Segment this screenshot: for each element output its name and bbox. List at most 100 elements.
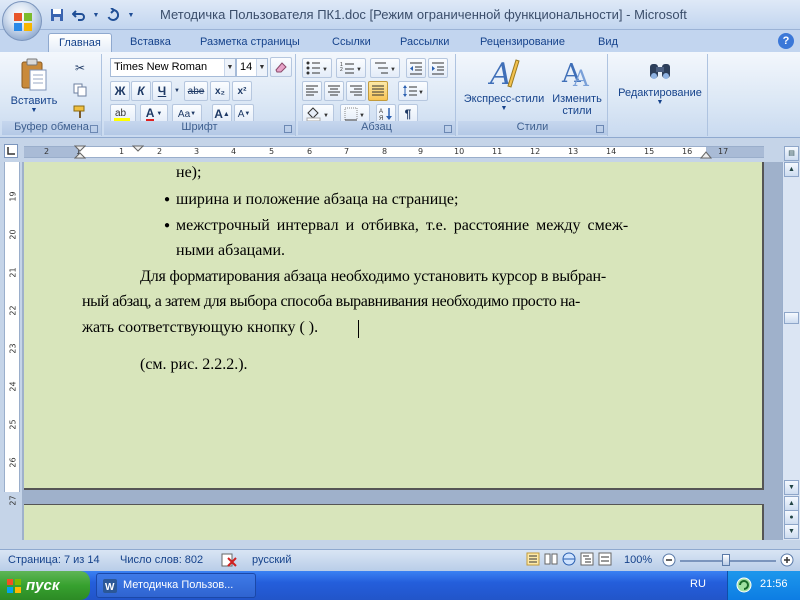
save-icon[interactable]: [48, 6, 66, 24]
word-icon: W: [103, 579, 117, 593]
underline-button[interactable]: Ч: [152, 81, 172, 101]
document-area[interactable]: не); ● ширина и положение абзаца на стра…: [22, 162, 782, 540]
next-page[interactable]: [24, 504, 764, 540]
print-layout-view-icon[interactable]: [526, 552, 540, 569]
office-button[interactable]: [2, 1, 42, 41]
align-left-button[interactable]: [302, 81, 322, 101]
previous-page-icon[interactable]: ▲: [784, 496, 799, 511]
page-count[interactable]: Страница: 7 из 14: [8, 554, 100, 566]
text-line: ными абзацами.: [176, 242, 286, 259]
document-page[interactable]: не); ● ширина и положение абзаца на стра…: [24, 162, 764, 490]
vertical-scrollbar[interactable]: ▲ ▼ ▲ ● ▼: [782, 162, 800, 540]
cut-icon[interactable]: ✂: [70, 58, 90, 78]
bold-button[interactable]: Ж: [110, 81, 130, 101]
outline-view-icon[interactable]: [580, 552, 594, 569]
font-size-combo[interactable]: 14 ▼: [236, 58, 268, 77]
zoom-in-icon[interactable]: [780, 553, 794, 570]
subscript-button[interactable]: x₂: [210, 81, 230, 101]
align-center-button[interactable]: [324, 81, 344, 101]
full-screen-reading-icon[interactable]: [544, 552, 558, 569]
vertical-ruler[interactable]: 19 20 21 22 23 24 25 26 27: [4, 162, 20, 506]
next-page-icon[interactable]: ▼: [784, 524, 799, 539]
taskbar-word-window[interactable]: W Методичка Пользов...: [96, 573, 256, 598]
ruler-label: 13: [568, 147, 579, 156]
clear-format-button[interactable]: [270, 57, 292, 77]
font-launcher-icon[interactable]: [284, 125, 292, 133]
change-case-label: Aa: [177, 108, 191, 120]
editing-group: Редактирование ▼: [612, 54, 708, 136]
start-button[interactable]: пуск: [0, 571, 90, 600]
superscript-button[interactable]: x²: [232, 81, 252, 101]
bullet-icon: ●: [164, 220, 171, 231]
ruler-label: 2: [157, 147, 163, 156]
font-name-dropdown-icon[interactable]: ▼: [224, 59, 235, 76]
underline-dropdown-icon[interactable]: ▼: [173, 81, 181, 101]
multilevel-list-button[interactable]: ▼: [370, 58, 400, 78]
bullets-button[interactable]: ▼: [302, 58, 332, 78]
paragraph-launcher-icon[interactable]: [444, 125, 452, 133]
clipboard-launcher-icon[interactable]: [90, 125, 98, 133]
tab-mailings[interactable]: Рассылки: [390, 33, 459, 52]
hanging-indent-marker-icon[interactable]: [132, 145, 144, 153]
paste-dropdown-icon[interactable]: ▼: [8, 107, 60, 114]
scroll-down-icon[interactable]: ▼: [784, 480, 799, 495]
justify-icon: [372, 85, 384, 96]
system-tray: 21:56: [727, 571, 800, 600]
draft-view-icon[interactable]: [598, 552, 612, 569]
zoom-out-icon[interactable]: [662, 553, 676, 570]
styles-launcher-icon[interactable]: [596, 125, 604, 133]
strikethrough-button[interactable]: abe: [184, 81, 208, 101]
language-status[interactable]: русский: [252, 554, 291, 566]
tab-insert[interactable]: Вставка: [120, 33, 181, 52]
browse-object-icon[interactable]: ●: [784, 510, 799, 525]
italic-button[interactable]: К: [131, 81, 151, 101]
numbering-button[interactable]: 1 2 ▼: [336, 58, 366, 78]
increase-indent-button[interactable]: [428, 58, 448, 78]
view-ruler-icon[interactable]: ▤: [784, 146, 799, 161]
justify-button[interactable]: [368, 81, 388, 101]
tray-app-icon[interactable]: [736, 577, 752, 593]
copy-icon[interactable]: [70, 80, 90, 100]
tab-page-layout[interactable]: Разметка страницы: [190, 33, 310, 52]
tab-review[interactable]: Рецензирование: [470, 33, 575, 52]
tab-selector-icon[interactable]: [4, 144, 18, 158]
font-size-dropdown-icon[interactable]: ▼: [256, 59, 267, 76]
align-right-button[interactable]: [346, 81, 366, 101]
format-painter-icon[interactable]: [70, 102, 90, 122]
redo-icon[interactable]: [104, 6, 122, 24]
vruler-label: 23: [8, 343, 18, 354]
right-indent-marker-icon[interactable]: [700, 149, 712, 159]
zoom-slider-thumb[interactable]: [722, 554, 730, 566]
taskbar: пуск W Методичка Пользов... RU 21:56: [0, 571, 800, 600]
customize-qat-icon[interactable]: ▼: [126, 6, 136, 24]
keyboard-language[interactable]: RU: [690, 578, 706, 590]
change-styles-button[interactable]: A A Изменить стили: [548, 56, 606, 117]
zoom-level[interactable]: 100%: [624, 554, 652, 566]
quick-styles-button[interactable]: A Экспресс-стили ▼: [458, 56, 550, 112]
tab-view[interactable]: Вид: [588, 33, 628, 52]
tab-references[interactable]: Ссылки: [322, 33, 381, 52]
decrease-indent-button[interactable]: [406, 58, 426, 78]
text-line: Для форматирования абзаца необходимо уст…: [140, 268, 607, 285]
font-name-combo[interactable]: Times New Roman ▼: [110, 58, 236, 77]
undo-dropdown-icon[interactable]: ▼: [92, 6, 100, 24]
web-layout-icon[interactable]: [562, 552, 576, 569]
line-spacing-button[interactable]: ▼: [398, 81, 428, 101]
scroll-up-icon[interactable]: ▲: [784, 162, 799, 177]
paste-button[interactable]: Вставить ▼: [8, 58, 60, 114]
numbering-icon: 12 ▼: [340, 62, 362, 74]
borders-icon: ▼: [344, 107, 365, 121]
help-icon[interactable]: ?: [778, 33, 794, 49]
svg-text:▼: ▼: [359, 113, 365, 119]
undo-icon[interactable]: [70, 6, 88, 24]
ruler-label: 15: [644, 147, 655, 156]
highlighter-icon: ab: [114, 108, 130, 122]
proofing-icon[interactable]: [220, 552, 238, 571]
tab-home[interactable]: Главная: [48, 33, 112, 52]
ruler-label: 12: [530, 147, 541, 156]
first-indent-marker-icon[interactable]: [74, 145, 86, 159]
scroll-thumb[interactable]: [784, 312, 799, 324]
word-count[interactable]: Число слов: 802: [120, 554, 203, 566]
editing-button[interactable]: Редактирование ▼: [614, 60, 706, 106]
horizontal-ruler[interactable]: 2 1 1 2 3 4 5 6 7 8 9 10 11 12 13 14 15 …: [24, 145, 764, 159]
